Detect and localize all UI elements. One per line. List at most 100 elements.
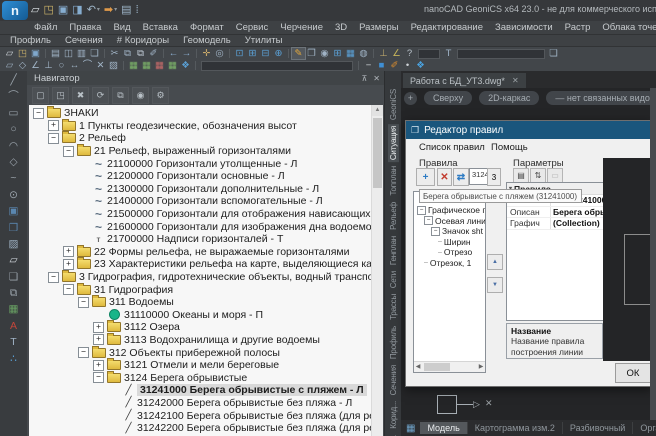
pan-icon[interactable]: ✛ — [200, 48, 213, 59]
sheet-set-icon[interactable]: ◍ — [357, 48, 370, 59]
collapse-icon[interactable]: − — [424, 216, 433, 225]
menu-item[interactable]: Профиль — [10, 35, 51, 46]
minus-tool-icon[interactable]: − — [362, 60, 375, 71]
tree-item[interactable]: −311 Водоемы — [29, 296, 371, 309]
tree-item[interactable]: −21 Рельеф, выраженный горизонталями — [29, 145, 371, 158]
module-tab[interactable]: Профиль — [388, 324, 399, 361]
tree-item[interactable]: ╱31242000 Берега обрывистые без пляжа - … — [29, 397, 371, 410]
rule-tree-item[interactable]: −Графическое пр — [414, 205, 485, 216]
menu-item[interactable]: # Коридоры — [117, 35, 169, 46]
nav-delete-icon[interactable]: ✖ — [72, 87, 89, 104]
menu-item[interactable]: Утилиты — [245, 35, 283, 46]
module-tab[interactable]: Ситуация — [388, 124, 399, 162]
snap-off-icon[interactable]: ✕ — [94, 60, 107, 71]
dropdown-caret-icon[interactable]: ▾ — [114, 5, 117, 16]
tree-item[interactable]: 31110000 Океаны и моря - П — [29, 309, 371, 322]
help-icon[interactable]: ? — [403, 48, 416, 59]
nav-new-icon[interactable]: ▢ — [32, 87, 49, 104]
tree-item[interactable]: ╱31242100 Берега обрывистые без пляжа (д… — [29, 409, 371, 422]
table-link-icon[interactable]: ❖ — [179, 60, 192, 71]
pin-tool-icon[interactable]: ❖ — [414, 60, 427, 71]
expand-icon[interactable]: + — [48, 120, 59, 131]
qat-undo-icon[interactable]: ↶▾ — [87, 5, 100, 16]
rule-tree-item[interactable]: –Отрезо — [414, 247, 485, 258]
tree-item[interactable]: т21700000 Надписи горизонталей - Т — [29, 233, 371, 246]
tree-item[interactable]: −3 Гидрография, гидротехнические объекты… — [29, 271, 371, 284]
rule-tree-item[interactable]: −Значок sht — [414, 226, 485, 237]
snap-arc-icon[interactable]: ⌒ — [81, 60, 94, 71]
module-tab[interactable]: GeoniCS — [388, 87, 399, 122]
nav-refresh-icon[interactable]: ⟳ — [92, 87, 109, 104]
points-tool-icon[interactable]: ∴ — [6, 353, 21, 366]
collapse-icon[interactable]: − — [417, 206, 426, 215]
hatch-icon[interactable]: ▨ — [107, 60, 120, 71]
table-tool-icon[interactable]: ▦ — [6, 303, 21, 316]
clone-tool-icon[interactable]: ⧉ — [6, 287, 21, 300]
polygon-tool-icon[interactable]: ◇ — [6, 156, 21, 169]
rule-code-field[interactable]: 3124 — [469, 168, 489, 185]
zoom-realtime-icon[interactable]: ◎ — [213, 48, 226, 59]
blocks-tool-icon[interactable]: ❐ — [6, 222, 21, 235]
viewport-plus-icon[interactable]: + — [404, 92, 417, 105]
polyline-tool-icon[interactable]: ⌒ — [6, 90, 21, 103]
layer-combo-field[interactable] — [201, 61, 353, 71]
print-preview-icon[interactable]: ◫ — [62, 48, 75, 59]
table-delete-icon[interactable]: ▦ — [153, 60, 166, 71]
tree-item[interactable]: ╱31242200 Берега обрывистые без пляжа (д… — [29, 422, 371, 435]
text-t-tool-icon[interactable]: T — [6, 336, 21, 349]
color-swatch-icon[interactable]: ■ — [375, 60, 388, 71]
layout-tool-icon[interactable]: ❏ — [547, 48, 560, 59]
scroll-up-icon[interactable]: ▲ — [372, 105, 383, 116]
cut-icon[interactable]: ✂ — [108, 48, 121, 59]
ucs-icon[interactable]: ⊥ — [377, 48, 390, 59]
menu-item[interactable]: Редактирование — [411, 22, 483, 33]
viewport-control-pill[interactable]: 2D-каркас — [479, 91, 539, 105]
hscroll-thumb[interactable] — [424, 363, 450, 371]
sheet-tool-icon[interactable]: ▱ — [6, 254, 21, 267]
brush-tool-icon[interactable]: ✐ — [388, 60, 401, 71]
qat-print-icon[interactable]: ▤ — [121, 5, 131, 16]
scrollbar-thumb[interactable] — [373, 118, 382, 188]
circle-tool-icon[interactable]: ○ — [6, 123, 21, 136]
zoom-dynamic-icon[interactable]: ⊞ — [246, 48, 259, 59]
assign-rule-button[interactable]: ⇄ — [453, 168, 469, 186]
nav-search-icon[interactable]: ◉ — [132, 87, 149, 104]
plot-icon[interactable]: ▥ — [75, 48, 88, 59]
table-export-icon[interactable]: ▦ — [166, 60, 179, 71]
module-tab[interactable]: Корид... — [388, 399, 399, 431]
expand-icon[interactable]: + — [93, 334, 104, 345]
tree-item[interactable]: +1 Пункты геодезические, обозначения выс… — [29, 120, 371, 133]
app-logo-icon[interactable]: n — [2, 1, 28, 20]
construction-tool-icon[interactable]: ▭ — [6, 107, 21, 120]
tree-item[interactable]: ╱31241000 Берега обрывистые с пляжем - Л — [29, 384, 371, 397]
menu-item[interactable]: Размеры — [359, 22, 398, 33]
layout-browser-icon[interactable]: ▦ — [406, 423, 415, 434]
snap-perp-icon[interactable]: ⊥ — [42, 60, 55, 71]
scroll-right-icon[interactable]: ▶ — [477, 363, 485, 371]
snap-endpoint-icon[interactable]: ◇ — [16, 60, 29, 71]
tree-item[interactable]: +3121 Отмели и мели береговые — [29, 359, 371, 372]
rule-tree-item[interactable]: −Осевая лини — [414, 216, 485, 227]
open-doc-icon[interactable]: ◳ — [16, 48, 29, 59]
tree-item[interactable]: ~21600000 Горизонтали для изображения дн… — [29, 220, 371, 233]
module-tab[interactable]: Генплан — [388, 234, 399, 267]
print-icon[interactable]: ▤ — [49, 48, 62, 59]
viewport-control-pill[interactable]: — нет связанных видов — — [546, 91, 656, 105]
collapse-icon[interactable]: − — [48, 133, 59, 144]
dialog-title-bar[interactable]: ❐ Редактор правил — [406, 121, 651, 139]
tool-palettes-icon[interactable]: ▦ — [344, 48, 357, 59]
move-up-button[interactable]: ▲ — [487, 254, 503, 270]
style-combo-field[interactable] — [457, 49, 545, 59]
tree-item[interactable]: ~21100000 Горизонтали утолщенные - Л — [29, 157, 371, 170]
qat-save-all-icon[interactable]: ◨ — [72, 5, 82, 16]
snap-track-icon[interactable]: ↔ — [68, 60, 81, 71]
grid-row[interactable]: Графич(Collection) — [507, 218, 604, 230]
sheet-icon[interactable]: ❏ — [88, 48, 101, 59]
command-field-field[interactable] — [418, 49, 440, 59]
menu-rules-list[interactable]: Список правил — [419, 142, 485, 153]
design-center-icon[interactable]: ⊞ — [331, 48, 344, 59]
menu-item[interactable]: 3D — [335, 22, 347, 33]
module-tab[interactable]: Топплан — [388, 164, 399, 198]
layout-tab[interactable]: Разбивочный — [563, 422, 633, 434]
nav-settings-icon[interactable]: ⚙ — [152, 87, 169, 104]
